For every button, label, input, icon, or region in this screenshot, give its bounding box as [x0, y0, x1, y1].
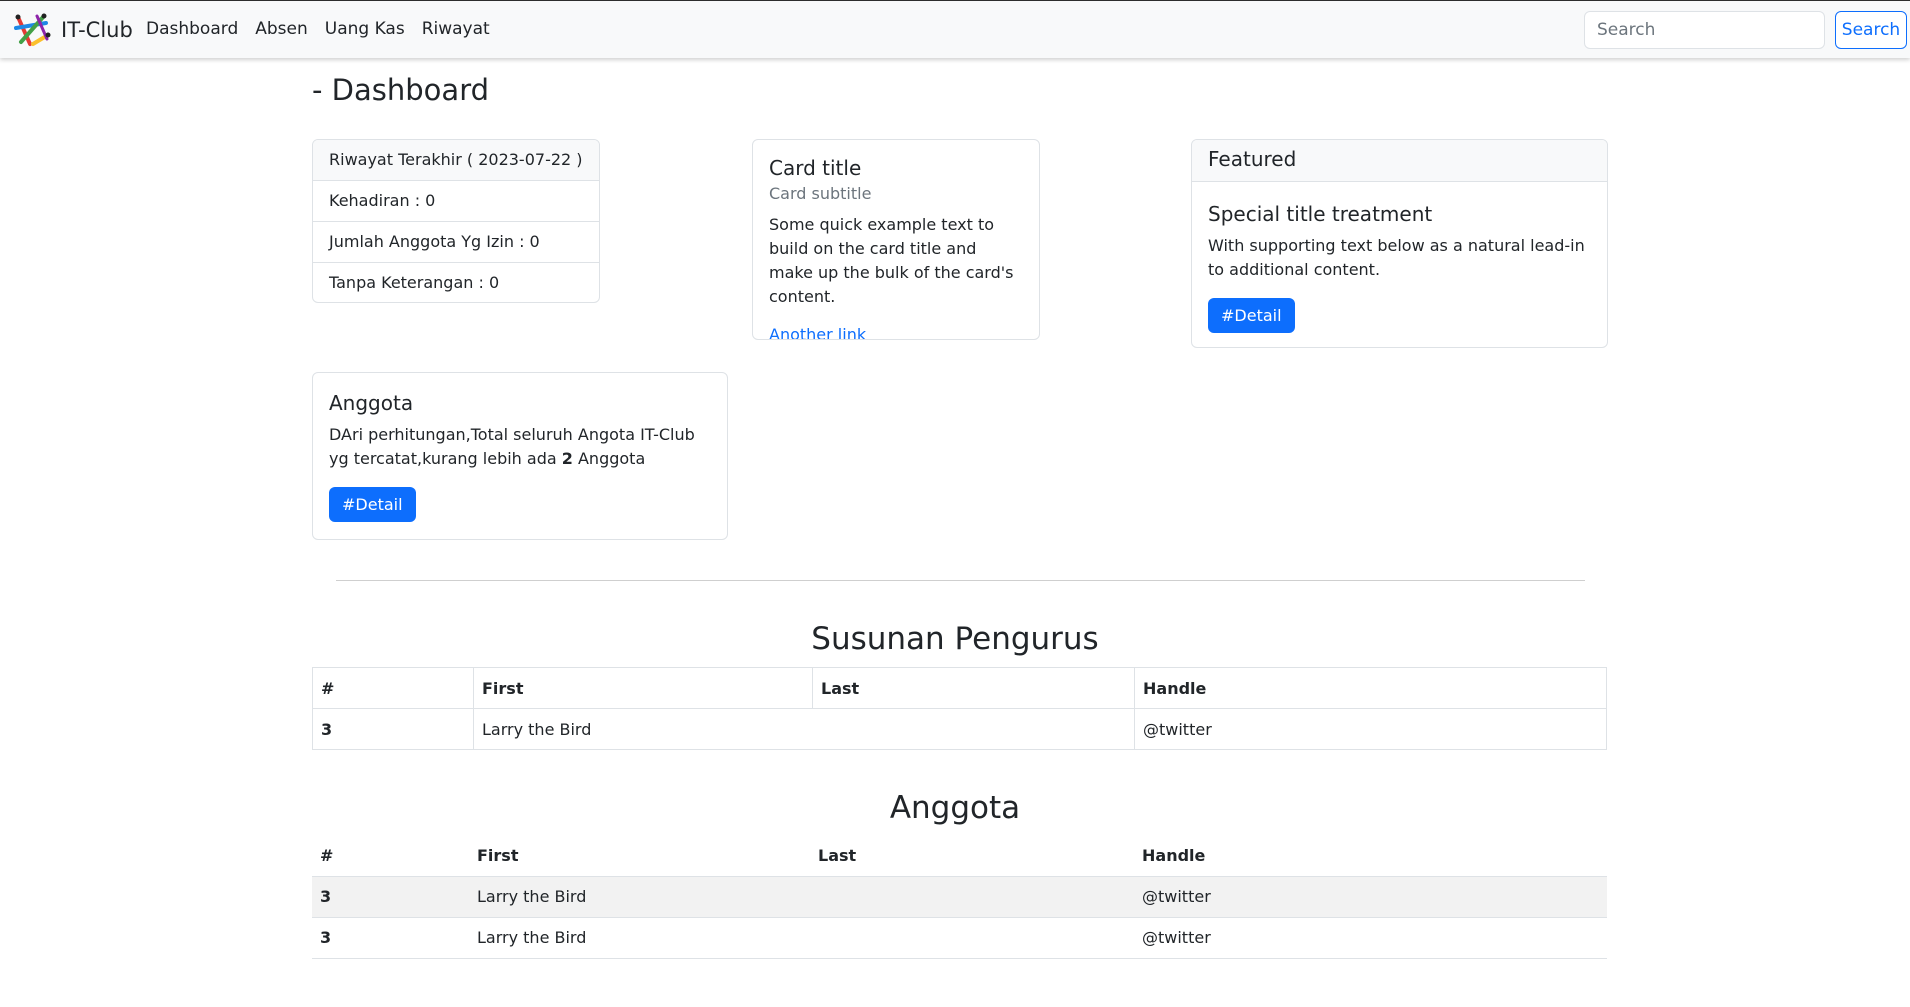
- row-last: [810, 917, 1134, 959]
- featured-header: Featured: [1192, 140, 1607, 182]
- list-item-kehadiran: Kehadiran : 0: [313, 181, 599, 222]
- row-number: 3: [312, 708, 474, 750]
- divider: [336, 580, 1585, 581]
- anggota-text-after: Anggota: [572, 449, 646, 468]
- anggota-detail-button[interactable]: #Detail: [329, 487, 416, 522]
- row-handle: @twitter: [1134, 917, 1607, 959]
- featured-card: Featured Special title treatment With su…: [1191, 139, 1608, 348]
- it-club-logo-icon: [14, 13, 51, 46]
- search-input[interactable]: [1584, 11, 1825, 49]
- card-subtitle: Card subtitle: [769, 184, 872, 203]
- nav-link-riwayat[interactable]: Riwayat: [422, 19, 490, 39]
- nav-link-dashboard[interactable]: Dashboard: [146, 19, 238, 39]
- row-first: Larry the Bird: [469, 917, 810, 959]
- search-button[interactable]: Search: [1835, 11, 1907, 49]
- navbar: IT-Club Dashboard Absen Uang Kas Riwayat…: [0, 0, 1910, 58]
- row-number: 3: [312, 876, 469, 918]
- nav-links: Dashboard Absen Uang Kas Riwayat: [146, 19, 507, 39]
- column-header-handle: Handle: [1134, 835, 1607, 877]
- table-header-row: # First Last Handle: [312, 667, 1607, 709]
- row-name: Larry the Bird: [473, 708, 1135, 750]
- column-header-first: First: [469, 835, 810, 877]
- anggota-count: 2: [561, 449, 573, 468]
- table-row: 3 Larry the Bird @twitter: [312, 708, 1607, 750]
- column-header-last: Last: [810, 835, 1134, 877]
- table-row: 3 Larry the Bird @twitter: [312, 917, 1607, 959]
- row-last: [810, 876, 1134, 918]
- table-row: 3 Larry the Bird @twitter: [312, 876, 1607, 918]
- featured-text: With supporting text below as a natural …: [1208, 236, 1585, 279]
- list-item-izin: Jumlah Anggota Yg Izin : 0: [313, 222, 599, 263]
- nav-link-uang-kas[interactable]: Uang Kas: [325, 19, 405, 39]
- card-title: Card title: [769, 156, 862, 180]
- featured-detail-button[interactable]: #Detail: [1208, 298, 1295, 333]
- table-header-row: # First Last Handle: [312, 835, 1607, 877]
- row-number: 3: [312, 917, 469, 959]
- nav-link-absen[interactable]: Absen: [255, 19, 308, 39]
- column-header-number: #: [312, 667, 474, 709]
- column-header-first: First: [473, 667, 813, 709]
- anggota-card: Anggota DAri perhitungan,Total seluruh A…: [312, 372, 728, 540]
- featured-title: Special title treatment: [1208, 202, 1433, 226]
- anggota-title: Anggota: [889, 790, 1021, 826]
- pengurus-title: Susunan Pengurus: [811, 621, 1099, 657]
- anggota-table: # First Last Handle 3 Larry the Bird @tw…: [312, 835, 1607, 959]
- column-header-last: Last: [812, 667, 1135, 709]
- row-handle: @twitter: [1134, 708, 1607, 750]
- row-first: Larry the Bird: [469, 876, 810, 918]
- brand[interactable]: IT-Club: [13, 11, 133, 49]
- list-item-tanpa-keterangan: Tanpa Keterangan : 0: [329, 273, 500, 292]
- row-handle: @twitter: [1134, 876, 1607, 918]
- column-header-number: #: [312, 835, 469, 877]
- anggota-card-title: Anggota: [329, 391, 414, 415]
- brand-name: IT-Club: [61, 18, 133, 42]
- example-card: Card title Card subtitle Some quick exam…: [752, 139, 1040, 340]
- riwayat-card: Riwayat Terakhir ( 2023-07-22 ) Kehadira…: [312, 139, 600, 303]
- riwayat-header: Riwayat Terakhir ( 2023-07-22 ): [313, 140, 599, 181]
- column-header-handle: Handle: [1134, 667, 1607, 709]
- page-title: - Dashboard: [312, 73, 490, 107]
- anggota-card-text: DAri perhitungan,Total seluruh Angota IT…: [329, 423, 711, 471]
- another-link[interactable]: Another link: [769, 325, 866, 339]
- card-text: Some quick example text to build on the …: [769, 215, 1014, 306]
- pengurus-table: # First Last Handle 3 Larry the Bird @tw…: [312, 667, 1607, 750]
